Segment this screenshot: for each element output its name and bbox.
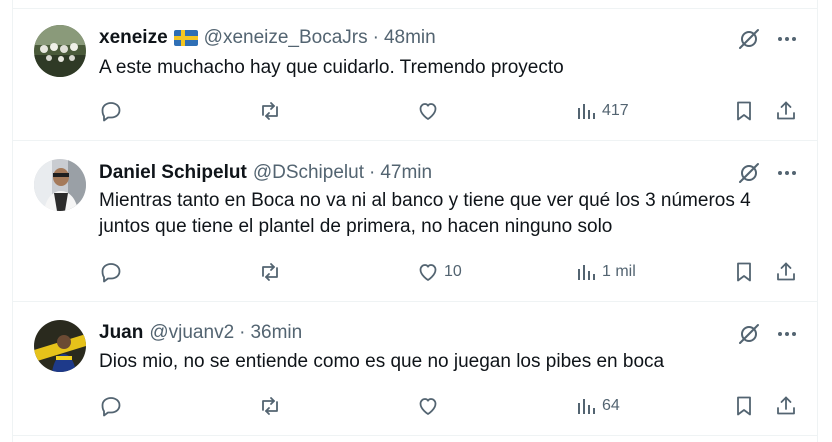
more-options-icon[interactable] bbox=[775, 322, 799, 346]
bookmark-button[interactable] bbox=[732, 394, 756, 418]
bookmark-button[interactable] bbox=[732, 99, 756, 123]
like-button[interactable]: 10 bbox=[416, 260, 462, 284]
views-count: 1 mil bbox=[602, 263, 636, 280]
more-options-icon[interactable] bbox=[775, 161, 799, 185]
like-button[interactable] bbox=[416, 394, 440, 418]
retweet-button[interactable] bbox=[258, 260, 282, 284]
likes-count: 10 bbox=[444, 263, 462, 280]
reply-button[interactable] bbox=[99, 260, 123, 284]
tweet-header: Juan @vjuanv2 · 36min bbox=[99, 321, 302, 345]
tweet-text: A este muchacho hay que cuidarlo. Tremen… bbox=[99, 57, 564, 78]
views-count: 64 bbox=[602, 397, 620, 414]
user-handle[interactable]: @xeneize_BocaJrs bbox=[204, 27, 368, 49]
user-handle[interactable]: @vjuanv2 bbox=[149, 322, 234, 344]
tweet-text: Mientras tanto en Boca no va ni al banco… bbox=[99, 190, 751, 237]
like-button[interactable] bbox=[416, 99, 440, 123]
views-button[interactable]: 417 bbox=[574, 99, 629, 123]
reply-feed: xeneize @xeneize_BocaJrs · 48min A este … bbox=[12, 0, 818, 442]
share-button[interactable] bbox=[774, 99, 798, 123]
bookmark-button[interactable] bbox=[732, 260, 756, 284]
tweet[interactable]: xeneize @xeneize_BocaJrs · 48min A este … bbox=[13, 9, 817, 141]
separator: · bbox=[368, 162, 376, 183]
share-button[interactable] bbox=[774, 260, 798, 284]
sweden-flag-icon bbox=[173, 30, 198, 46]
avatar[interactable] bbox=[34, 159, 86, 211]
reply-button[interactable] bbox=[99, 394, 123, 418]
tweet[interactable]: Daniel Schipelut @DSchipelut · 47min Mie… bbox=[13, 141, 817, 302]
avatar[interactable] bbox=[34, 25, 86, 77]
separator: · bbox=[372, 27, 379, 48]
grok-icon[interactable] bbox=[737, 161, 761, 185]
retweet-button[interactable] bbox=[258, 394, 282, 418]
retweet-button[interactable] bbox=[258, 99, 282, 123]
views-button[interactable]: 1 mil bbox=[574, 260, 636, 284]
timestamp[interactable]: 47min bbox=[380, 162, 432, 184]
tweet-text: Dios mio, no se entiende como es que no … bbox=[99, 351, 665, 372]
timestamp[interactable]: 48min bbox=[384, 27, 436, 49]
views-count: 417 bbox=[602, 102, 629, 119]
views-button[interactable]: 64 bbox=[574, 394, 620, 418]
reply-button[interactable] bbox=[99, 99, 123, 123]
share-button[interactable] bbox=[774, 394, 798, 418]
display-name[interactable]: xeneize bbox=[99, 27, 168, 49]
avatar[interactable] bbox=[34, 320, 86, 372]
separator: · bbox=[239, 322, 246, 343]
display-name[interactable]: Daniel Schipelut bbox=[99, 162, 247, 184]
tweet-header: Daniel Schipelut @DSchipelut · 47min bbox=[99, 161, 432, 185]
timestamp[interactable]: 36min bbox=[250, 322, 302, 344]
display-name[interactable]: Juan bbox=[99, 322, 143, 344]
more-options-icon[interactable] bbox=[775, 27, 799, 51]
tweet[interactable]: Juan @vjuanv2 · 36min Dios mio, no se en… bbox=[13, 302, 817, 436]
user-handle[interactable]: @DSchipelut bbox=[253, 162, 364, 184]
grok-icon[interactable] bbox=[737, 322, 761, 346]
grok-icon[interactable] bbox=[737, 27, 761, 51]
tweet-header: xeneize @xeneize_BocaJrs · 48min bbox=[99, 26, 436, 50]
